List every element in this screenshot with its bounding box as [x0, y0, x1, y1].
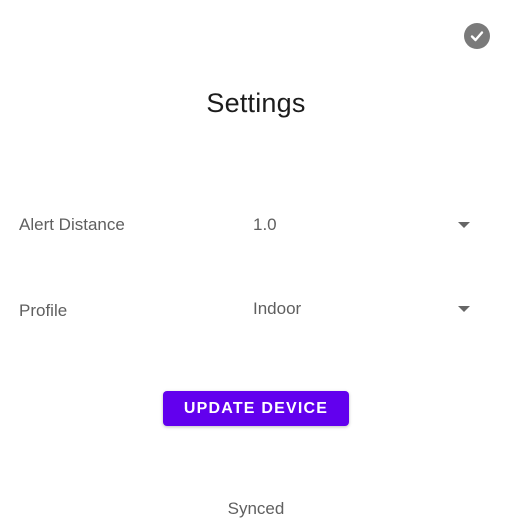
confirm-button[interactable] — [464, 23, 490, 49]
profile-value: Indoor — [253, 299, 302, 318]
profile-label: Profile — [19, 301, 68, 320]
check-circle-icon — [469, 28, 485, 44]
alert-distance-label: Alert Distance — [19, 215, 125, 234]
profile-dropdown[interactable]: Indoor — [245, 291, 480, 327]
update-device-button[interactable]: UPDATE DEVICE — [163, 391, 349, 426]
dropdown-arrow-icon — [458, 222, 470, 228]
sync-status: Synced — [227, 499, 285, 518]
alert-distance-dropdown[interactable]: 1.0 — [245, 207, 480, 243]
dropdown-arrow-icon — [458, 306, 470, 312]
alert-distance-value: 1.0 — [253, 215, 277, 234]
page-title: Settings — [206, 88, 306, 118]
